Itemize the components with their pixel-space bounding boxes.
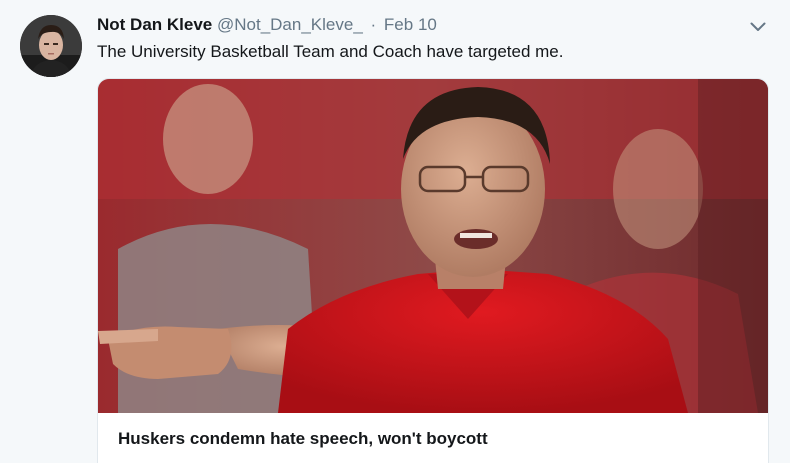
avatar-photo [20, 15, 82, 77]
tweet-header: Not Dan Kleve @Not_Dan_Kleve_ · Feb 10 [97, 13, 437, 37]
coach-photo [98, 79, 768, 413]
tweet-text: The University Basketball Team and Coach… [97, 42, 564, 61]
tweet-date[interactable]: Feb 10 [384, 15, 437, 34]
user-handle[interactable]: @Not_Dan_Kleve_ [217, 15, 363, 34]
card-image [98, 79, 768, 413]
link-card[interactable]: Huskers condemn hate speech, won't boyco… [97, 78, 769, 463]
separator-dot: · [370, 15, 377, 34]
avatar[interactable] [20, 15, 82, 77]
chevron-down-icon [750, 22, 766, 31]
display-name[interactable]: Not Dan Kleve [97, 15, 212, 34]
card-title: Huskers condemn hate speech, won't boyco… [118, 429, 488, 448]
tweet-menu-button[interactable] [744, 16, 772, 38]
tweet: Not Dan Kleve @Not_Dan_Kleve_ · Feb 10 T… [0, 0, 790, 463]
